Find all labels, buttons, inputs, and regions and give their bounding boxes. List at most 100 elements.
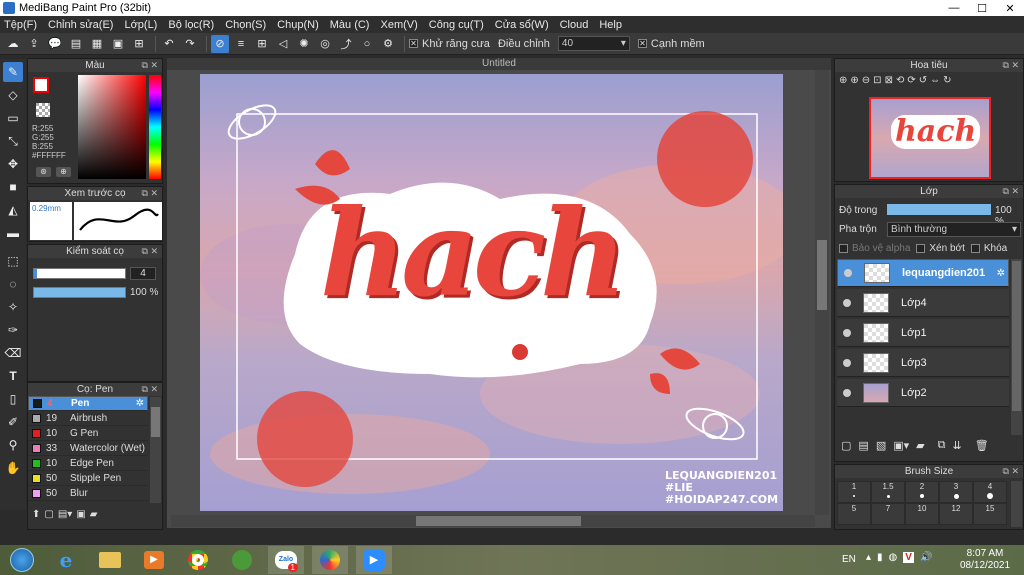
popout-close-icon[interactable]: ⧉ ✕ [142, 187, 158, 200]
popout-close-icon[interactable]: ⧉ ✕ [142, 59, 158, 72]
divide-tool-icon[interactable]: ▯ [3, 389, 23, 409]
minimize-button[interactable]: — [940, 0, 968, 16]
hue-slider[interactable] [149, 75, 161, 179]
document-icon[interactable]: ▤ [67, 35, 85, 53]
merge-layer-icon[interactable]: ⇊ [952, 439, 961, 452]
snap-off-icon[interactable]: ⊘ [211, 34, 229, 53]
protect-alpha-option[interactable]: Bảo vệ alpha [839, 243, 910, 254]
lasso-tool-icon[interactable]: ◌ [3, 274, 23, 294]
brush-size-cell[interactable]: 1 [837, 481, 871, 503]
language-indicator[interactable]: EN [842, 554, 856, 565]
cross-snap-icon[interactable]: ⊞ [253, 35, 271, 53]
layer-row[interactable]: Lớp2 [837, 379, 1009, 407]
menu-window[interactable]: Cửa sổ(W) [495, 19, 549, 31]
text-tool-icon[interactable]: T [3, 366, 23, 386]
parallel-snap-icon[interactable]: ≡ [232, 35, 250, 53]
copy-brush-icon[interactable]: ▤▾ [58, 509, 72, 520]
grid-icon[interactable]: ⊞ [130, 35, 148, 53]
magic-wand-tool-icon[interactable]: ✧ [3, 297, 23, 317]
new-halftone-layer-icon[interactable]: ▤ [858, 439, 868, 452]
brush-size-scrollbar[interactable] [1011, 481, 1022, 527]
fill-rect-tool-icon[interactable]: ■ [3, 177, 23, 197]
brush-tool-icon[interactable]: ✎ [3, 62, 23, 82]
gear-icon[interactable]: ✲ [997, 268, 1005, 279]
brush-settings-tool-icon[interactable]: ⚲ [3, 435, 23, 455]
maximize-button[interactable]: ☐ [968, 0, 996, 16]
eye-icon[interactable] [843, 328, 851, 337]
brush-size-cell[interactable]: 1.5 [871, 481, 905, 503]
antialias-checkbox[interactable]: ✕ [409, 39, 418, 48]
brush-item-blur[interactable]: 50 Blur [28, 486, 148, 501]
rotate-left-icon[interactable]: ⟲ [896, 75, 904, 86]
smooth-edge-option[interactable]: ✕ Cạnh mềm [637, 38, 705, 50]
menu-select[interactable]: Chọn(S) [225, 19, 266, 31]
brush-item-watercolor[interactable]: 33 Watercolor (Wet) [28, 441, 148, 456]
comment-icon[interactable]: 💬 [46, 35, 64, 53]
brush-settings-icon[interactable]: ▣ [76, 509, 85, 520]
adjust-select[interactable]: 40 ▾ [557, 36, 630, 51]
brush-item-stipple-pen[interactable]: 50 Stipple Pen [28, 471, 148, 486]
protect-alpha-checkbox[interactable] [839, 244, 848, 253]
navigator-thumbnail[interactable]: hach [869, 97, 991, 179]
color-history-icon[interactable]: ⊕ [56, 167, 71, 177]
popout-close-icon[interactable]: ⧉ ✕ [1003, 185, 1019, 198]
layer-row[interactable]: lequangdien201 ✲ [837, 259, 1009, 287]
rotate-right-icon[interactable]: ⟳ [907, 75, 915, 86]
start-button[interactable] [4, 546, 40, 574]
zoom-fit-icon[interactable]: ⊡ [873, 75, 881, 86]
app-tray-icon[interactable]: ◍ [889, 552, 898, 563]
menu-snap[interactable]: Chụp(N) [277, 19, 319, 31]
internet-explorer-icon[interactable]: e [48, 546, 84, 574]
brush-size-cell[interactable]: 3 [939, 481, 973, 503]
folder-icon[interactable]: ▰ [90, 509, 98, 520]
zoom-in-icon[interactable]: ⊕ [839, 75, 847, 86]
refresh-icon[interactable]: ↻ [943, 75, 951, 86]
brush-item-pen[interactable]: 4 Pen ✲ [28, 396, 148, 411]
add-brush-icon[interactable]: ⬆ [32, 509, 40, 520]
flip-icon[interactable]: ⇔ [930, 75, 940, 86]
brush-size-cell[interactable]: 12 [939, 503, 973, 525]
add-layer-menu-icon[interactable]: ▣▾ [893, 439, 909, 452]
undo-icon[interactable]: ↶ [160, 35, 178, 53]
menu-edit[interactable]: Chỉnh sửa(E) [48, 19, 113, 31]
zoom-app-icon[interactable]: ▶ [356, 546, 392, 574]
move-tool-icon[interactable]: ✥ [3, 154, 23, 174]
redo-icon[interactable]: ↷ [181, 35, 199, 53]
concentric-snap-icon[interactable]: ◎ [316, 35, 334, 53]
bucket-tool-icon[interactable]: ◭ [3, 200, 23, 220]
lock-option[interactable]: Khóa [970, 243, 1007, 254]
share-icon[interactable]: ⇪ [25, 35, 43, 53]
brush-item-edge-pen[interactable]: 10 Edge Pen [28, 456, 148, 471]
dot-tool-icon[interactable]: ⤡ [3, 131, 23, 151]
media-player-icon[interactable]: ▶ [136, 546, 172, 574]
tray-arrow-icon[interactable]: ▴ [866, 552, 871, 563]
file-explorer-icon[interactable] [92, 546, 128, 574]
chrome-icon[interactable] [180, 546, 216, 574]
primary-color-swatch[interactable] [33, 77, 49, 93]
eye-icon[interactable] [844, 269, 852, 277]
select-pen-tool-icon[interactable]: ✑ [3, 320, 23, 340]
clipping-option[interactable]: Xén bớt [916, 243, 965, 254]
brush-size-cell[interactable]: 4 [973, 481, 1007, 503]
menu-tools[interactable]: Công cụ(T) [429, 19, 484, 31]
rotate-reset-icon[interactable]: ↺ [919, 75, 927, 86]
menu-layer[interactable]: Lớp(L) [124, 19, 157, 31]
medibang-icon[interactable] [312, 546, 348, 574]
menu-filter[interactable]: Bộ lọc(R) [168, 19, 214, 31]
brush-size-cell[interactable]: 2 [905, 481, 939, 503]
brush-list-scrollbar[interactable] [150, 397, 161, 503]
new-8bit-layer-icon[interactable]: ▧ [876, 439, 886, 452]
layer-row[interactable]: Lớp1 [837, 319, 1009, 347]
lock-checkbox[interactable] [970, 244, 980, 253]
duplicate-layer-icon[interactable]: ⧉ [938, 439, 946, 452]
brush-item-g-pen[interactable]: 10 G Pen [28, 426, 148, 441]
document-tab[interactable]: Untitled [167, 58, 831, 70]
brush-item-airbrush[interactable]: 19 Airbrush [28, 411, 148, 426]
popout-close-icon[interactable]: ⧉ ✕ [1003, 59, 1019, 72]
hand-tool-icon[interactable]: ✋ [3, 458, 23, 478]
popout-close-icon[interactable]: ⧉ ✕ [142, 383, 158, 396]
network-icon[interactable]: ▮ [877, 552, 883, 563]
menu-file[interactable]: Tệp(F) [4, 19, 37, 31]
brush-size-cell[interactable]: 5 [837, 503, 871, 525]
menu-cloud[interactable]: Cloud [560, 19, 589, 31]
